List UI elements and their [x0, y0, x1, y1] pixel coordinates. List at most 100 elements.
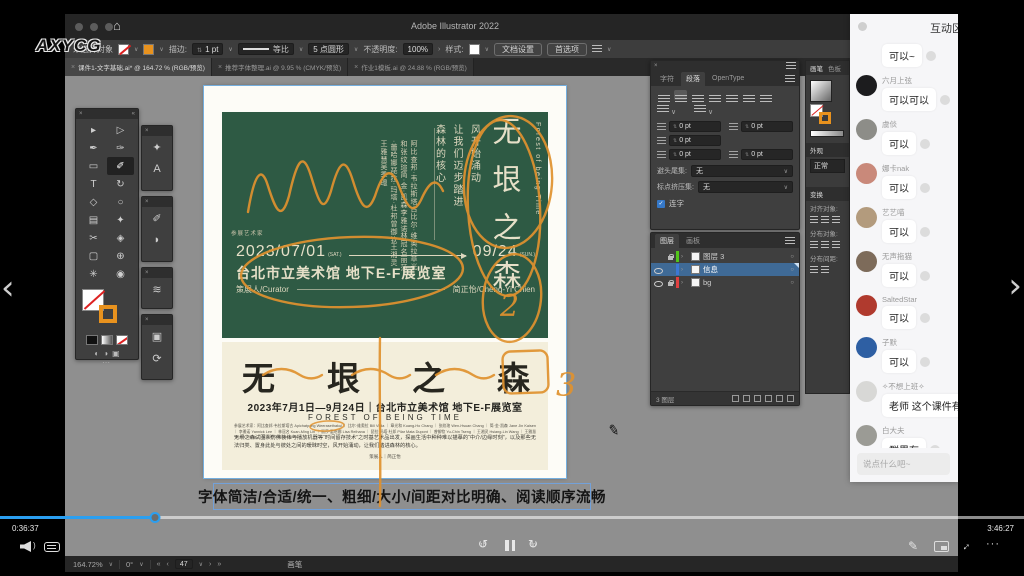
- tab-layers[interactable]: 图层: [655, 234, 679, 248]
- tab-paragraph[interactable]: 段落: [681, 72, 705, 86]
- chevron-left-icon[interactable]: ‹: [1, 268, 15, 308]
- chat-settings-icon[interactable]: [858, 22, 867, 31]
- next-artboard-icon[interactable]: ›: [209, 561, 211, 568]
- gradient-slider[interactable]: [810, 130, 844, 137]
- left-indent-field[interactable]: 0 pt: [657, 121, 721, 132]
- indent-left-icon[interactable]: ∨: [657, 105, 676, 116]
- distribute-bottom-icon[interactable]: [832, 241, 840, 248]
- width-tool[interactable]: ≋: [142, 278, 172, 300]
- close-tab-icon[interactable]: [218, 64, 222, 71]
- paintbrush-tool[interactable]: ✐: [107, 157, 134, 175]
- exit-fullscreen-icon[interactable]: [957, 538, 973, 554]
- target-circle-icon[interactable]: [790, 280, 794, 286]
- close-panel-icon[interactable]: [145, 128, 149, 134]
- chevron-right-icon[interactable]: ›: [438, 46, 440, 53]
- shape-tool[interactable]: ◗: [142, 229, 172, 251]
- touch-type-tool[interactable]: A: [142, 158, 172, 180]
- zoom-window-icon[interactable]: [105, 23, 113, 31]
- panel-menu-icon[interactable]: [785, 237, 795, 245]
- new-layer-icon[interactable]: [776, 395, 783, 402]
- magic-wand-tool[interactable]: ✦: [142, 136, 172, 158]
- color-button[interactable]: [86, 335, 98, 345]
- space-before-field[interactable]: 0 pt: [657, 149, 721, 160]
- fill-stroke-proxy[interactable]: [82, 287, 132, 333]
- chat-message-list[interactable]: 可以~ 六月上弦 可以可以: [850, 40, 958, 448]
- stroke-swatch[interactable]: [143, 44, 154, 55]
- delete-layer-icon[interactable]: [787, 395, 794, 402]
- tab-opentype[interactable]: OpenType: [707, 73, 749, 84]
- last-artboard-icon[interactable]: »: [217, 561, 221, 568]
- right-indent-field[interactable]: 0 pt: [729, 121, 793, 132]
- curvature-tool[interactable]: ✑: [107, 139, 134, 157]
- pen-tool[interactable]: ✒: [80, 139, 107, 157]
- expand-icon[interactable]: [681, 254, 688, 260]
- stroke-color-swatch[interactable]: [99, 305, 117, 323]
- stepper-icon[interactable]: [197, 45, 202, 54]
- collapse-panel-icon[interactable]: [132, 111, 135, 117]
- align-left-icon[interactable]: [810, 216, 818, 223]
- chevron-down-icon[interactable]: [299, 46, 303, 53]
- visibility-eye-icon[interactable]: [651, 250, 664, 263]
- shaper-tool[interactable]: ◇: [80, 193, 107, 211]
- justify-last-center[interactable]: [725, 90, 738, 100]
- volume-icon[interactable]: [20, 541, 31, 552]
- expand-icon[interactable]: [681, 267, 688, 273]
- locate-object-icon[interactable]: [743, 395, 750, 402]
- chevron-down-icon[interactable]: [109, 561, 113, 568]
- visibility-eye-icon[interactable]: [651, 263, 664, 276]
- mojikumi-select[interactable]: 无: [698, 181, 793, 193]
- stroke-weight-field[interactable]: 1 pt: [192, 43, 223, 55]
- prev-artboard-icon[interactable]: ‹: [167, 561, 169, 568]
- gradient-tool[interactable]: ▤: [80, 211, 107, 229]
- chevron-down-icon[interactable]: [354, 46, 358, 53]
- blob-brush-tool[interactable]: ✐: [142, 207, 172, 229]
- hand-tool[interactable]: ◈: [107, 229, 134, 247]
- message-badge-icon[interactable]: [920, 139, 930, 149]
- direct-selection-tool[interactable]: ▷: [107, 121, 134, 139]
- justify-all[interactable]: [759, 90, 772, 100]
- first-artboard-icon[interactable]: «: [157, 561, 161, 568]
- home-icon[interactable]: [113, 18, 121, 33]
- close-window-icon[interactable]: [75, 23, 83, 31]
- align-center-icon[interactable]: [821, 216, 829, 223]
- gradient-button[interactable]: [101, 335, 113, 345]
- brush-definition-select[interactable]: 5 点圆形: [308, 43, 349, 55]
- opacity-field[interactable]: 100%: [403, 43, 433, 55]
- justify-last-left[interactable]: [708, 90, 721, 100]
- vertical-spacing-icon[interactable]: [810, 266, 818, 273]
- fill-swatch[interactable]: [118, 44, 129, 55]
- draw-behind-icon[interactable]: ◑: [103, 349, 108, 358]
- first-line-indent-field[interactable]: 0 pt: [657, 135, 721, 146]
- tab-transform[interactable]: 变换: [810, 189, 823, 199]
- tab-character[interactable]: 字符: [655, 72, 679, 86]
- distribute-top-icon[interactable]: [810, 241, 818, 248]
- fill-stroke-mini[interactable]: [810, 104, 836, 126]
- chevron-down-icon[interactable]: [228, 46, 232, 53]
- indent-right-icon[interactable]: ∨: [694, 105, 713, 116]
- chevron-right-icon[interactable]: ›: [1008, 266, 1022, 306]
- artboard-tool[interactable]: ▢: [80, 247, 107, 265]
- chevron-down-icon[interactable]: [134, 46, 138, 53]
- make-mask-icon[interactable]: [754, 395, 761, 402]
- chevron-down-icon[interactable]: [199, 561, 203, 568]
- draw-normal-icon[interactable]: ◐: [94, 349, 99, 358]
- message-badge-icon[interactable]: [920, 313, 930, 323]
- blend-tool[interactable]: ◉: [107, 265, 134, 283]
- horizontal-spacing-icon[interactable]: [821, 266, 829, 273]
- rectangle-tool[interactable]: ▭: [80, 157, 107, 175]
- align-menu-icon[interactable]: [592, 45, 602, 53]
- zoom-tool[interactable]: ⊕: [107, 247, 134, 265]
- selection-tool[interactable]: ▸: [80, 121, 107, 139]
- chevron-down-icon[interactable]: [139, 561, 143, 568]
- zoom-level[interactable]: 164.72%: [73, 560, 103, 569]
- close-panel-icon[interactable]: [145, 270, 149, 276]
- rotate-view-tool[interactable]: ⟳: [142, 347, 172, 369]
- document-tab[interactable]: 推荐字体整理.ai @ 9.95 % (CMYK/预览): [212, 58, 348, 76]
- kinsoku-select[interactable]: 无: [691, 165, 793, 177]
- collect-export-icon[interactable]: [732, 395, 739, 402]
- visibility-eye-icon[interactable]: [651, 276, 664, 289]
- more-tools-icon[interactable]: ⋯: [76, 358, 138, 367]
- blend-mode-select[interactable]: 正常: [810, 159, 845, 173]
- close-panel-icon[interactable]: [145, 317, 149, 323]
- symbol-tool[interactable]: ✳: [80, 265, 107, 283]
